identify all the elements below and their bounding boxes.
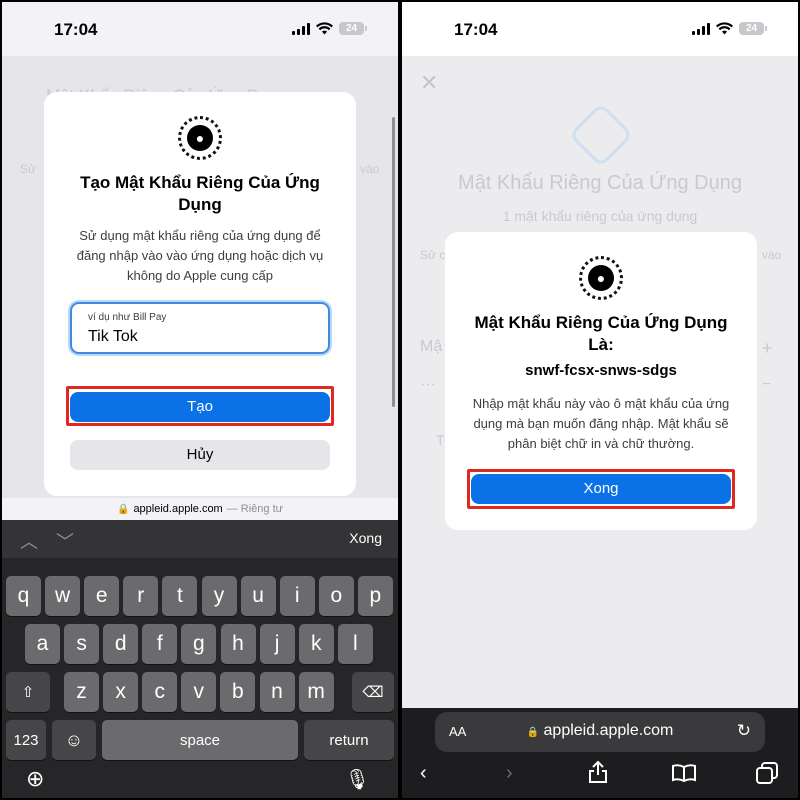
chevron-down-icon[interactable]: ﹀ (56, 528, 74, 554)
generated-password-dialog: ● Mật Khẩu Riêng Của Ứng Dụng Là: snwf-f… (445, 232, 757, 530)
bg-fragment: ··· (420, 376, 436, 393)
scrollbar[interactable] (392, 117, 395, 407)
key-c[interactable]: c (142, 672, 178, 712)
status-time: 17:04 (54, 20, 98, 39)
key-e[interactable]: e (84, 576, 120, 616)
key-h[interactable]: h (220, 624, 256, 664)
tabs-icon[interactable] (756, 762, 778, 784)
status-time: 17:04 (454, 20, 498, 39)
keyboard-done-button[interactable]: Xong (349, 530, 382, 546)
url-domain: appleid.apple.com (133, 503, 223, 515)
back-icon[interactable]: ‹ (420, 762, 427, 785)
input-value: Tik Tok (88, 328, 138, 345)
address-bar[interactable]: AA 🔒 appleid.apple.com ↻ (435, 712, 765, 752)
key-z[interactable]: z (64, 672, 99, 712)
highlight-box (66, 386, 334, 426)
microphone-icon[interactable]: 🎙 (345, 767, 370, 792)
lock-icon: 🔒 (116, 503, 130, 515)
bg-subtitle: 1 mật khẩu riêng của ứng dụng (502, 208, 698, 224)
apple-logo-icon: ● (579, 256, 623, 300)
lock-icon: 🔒 (526, 727, 540, 738)
forward-icon[interactable]: › (506, 762, 513, 785)
url-strip[interactable]: 🔒 appleid.apple.com — Riêng tư (2, 498, 398, 520)
app-name-input[interactable]: ví dụ như Bill Pay Tik Tok (70, 302, 330, 354)
highlight-box (467, 469, 735, 509)
bg-fragment: Mậ (420, 338, 443, 355)
bg-fragment: − (762, 376, 772, 393)
status-bar: 17:04 24 (402, 2, 798, 56)
key-s[interactable]: s (64, 624, 100, 664)
battery-icon: 24 (339, 22, 367, 35)
key-b[interactable]: b (220, 672, 256, 712)
globe-icon[interactable]: ⊕ (26, 766, 44, 792)
key-r[interactable]: r (123, 576, 159, 616)
bg-fragment: vào (762, 248, 782, 262)
numbers-key[interactable]: 123 (6, 720, 46, 760)
left-screen: 17:04 24 Mật Khẩu Riêng Của Ứng Dụng Sử … (2, 2, 398, 798)
key-y[interactable]: y (201, 576, 237, 616)
key-t[interactable]: t (162, 576, 198, 616)
wifi-icon (316, 22, 333, 35)
key-g[interactable]: g (181, 624, 217, 664)
key-q[interactable]: q (6, 576, 41, 616)
key-n[interactable]: n (259, 672, 295, 712)
delete-key[interactable]: ⌫ (352, 672, 394, 712)
dialog-description: Nhập mật khẩu này vào ô mật khẩu của ứng… (472, 396, 730, 451)
bg-fragment: Sử (20, 162, 37, 176)
bg-fragment: + (762, 338, 773, 358)
battery-icon: 24 (739, 22, 767, 35)
keyboard-toolbar: ︿ ﹀ Xong (2, 520, 398, 558)
emoji-key[interactable]: ☺ (52, 720, 96, 760)
bg-title: Mật Khẩu Riêng Của Ứng Dụng (458, 172, 742, 194)
cancel-button[interactable]: Hủy (70, 440, 330, 470)
bg-fragment: Sử c (420, 248, 446, 262)
right-screen: 17:04 24 ✕ Mật Khẩu Riêng Của Ứng Dụng 1… (402, 2, 798, 798)
bg-fragment: vào (360, 162, 380, 176)
safari-toolbar: AA 🔒 appleid.apple.com ↻ ‹ › (402, 708, 798, 798)
key-j[interactable]: j (259, 624, 295, 664)
key-w[interactable]: w (45, 576, 81, 616)
key-m[interactable]: m (298, 672, 334, 712)
chevron-up-icon[interactable]: ︿ (20, 528, 38, 554)
signal-icon (292, 22, 310, 35)
bg-fragment: T (436, 432, 445, 448)
key-p[interactable]: p (357, 576, 393, 616)
space-key[interactable]: space (102, 720, 298, 760)
key-l[interactable]: l (337, 624, 373, 664)
dialog-title: Mật Khẩu Riêng Của Ứng Dụng Là: (474, 313, 728, 354)
key-u[interactable]: u (240, 576, 276, 616)
key-i[interactable]: i (279, 576, 315, 616)
create-password-dialog: ● Tạo Mật Khẩu Riêng Của Ứng Dụng Sử dụn… (44, 92, 356, 496)
apple-logo-icon: ● (178, 116, 222, 160)
dialog-description: Sử dụng mật khẩu riêng của ứng dụng để đ… (76, 228, 324, 283)
reload-icon[interactable]: ↻ (737, 721, 751, 741)
key-v[interactable]: v (181, 672, 217, 712)
app-password-badge-icon (568, 102, 634, 168)
keyboard: ︿ ﹀ Xong qwertyuiopasdfghjklzxcvbnm ⇧ ⌫ … (2, 520, 398, 798)
key-o[interactable]: o (318, 576, 354, 616)
bookmarks-icon[interactable] (672, 764, 696, 782)
url-domain: appleid.apple.com (543, 722, 674, 739)
generated-password: snwf-fcsx-snws-sdgs (525, 362, 677, 379)
key-x[interactable]: x (103, 672, 139, 712)
key-a[interactable]: a (25, 624, 60, 664)
url-private-label: — Riêng tư (226, 503, 284, 515)
input-placeholder: ví dụ như Bill Pay (88, 312, 167, 323)
wifi-icon (716, 22, 733, 35)
shift-key[interactable]: ⇧ (6, 672, 50, 712)
close-icon[interactable]: ✕ (420, 70, 438, 96)
key-f[interactable]: f (142, 624, 178, 664)
dialog-title: Tạo Mật Khẩu Riêng Của Ứng Dụng (80, 173, 320, 214)
key-k[interactable]: k (298, 624, 334, 664)
signal-icon (692, 22, 710, 35)
key-d[interactable]: d (103, 624, 139, 664)
return-key[interactable]: return (304, 720, 394, 760)
share-icon[interactable] (588, 760, 608, 784)
status-bar: 17:04 24 (2, 2, 398, 56)
